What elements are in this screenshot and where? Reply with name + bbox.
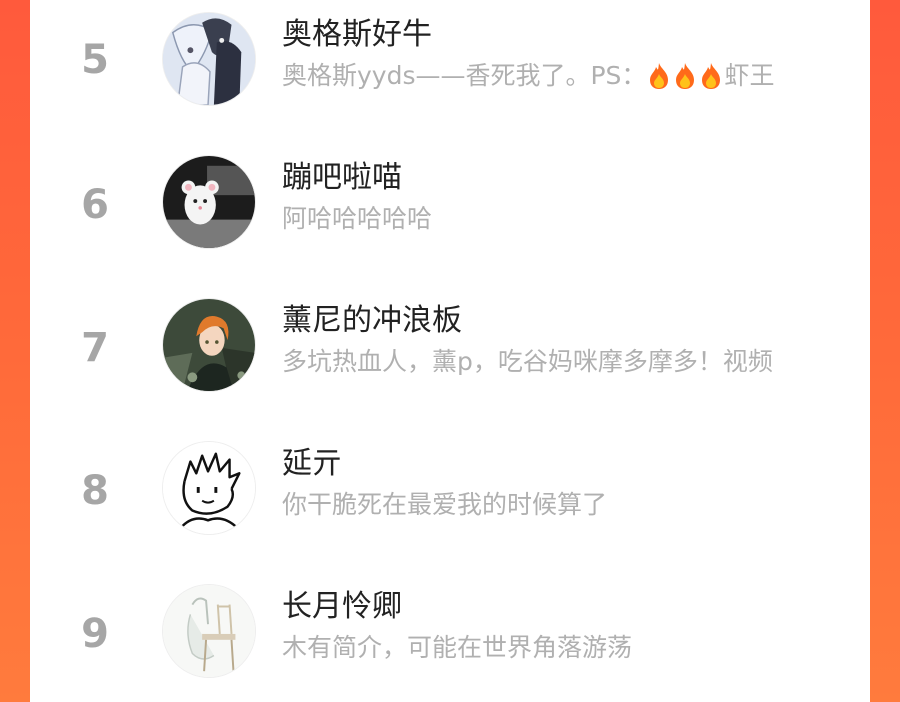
chair-sketch-avatar-image (163, 585, 255, 677)
user-name: 奥格斯好牛 (282, 17, 432, 52)
user-name: 延亓 (282, 446, 342, 481)
fire-icon (650, 63, 669, 89)
ranking-list-panel: 5 奥格斯好牛 奥格斯yyds——香死我了。PS： 虾王 6 蹦吧啦喵 阿哈哈哈… (30, 0, 870, 702)
user-avatar[interactable] (162, 441, 256, 535)
user-avatar[interactable] (162, 298, 256, 392)
user-bio: 奥格斯yyds——香死我了。PS： 虾王 (282, 59, 828, 93)
app-background: 5 奥格斯好牛 奥格斯yyds——香死我了。PS： 虾王 6 蹦吧啦喵 阿哈哈哈… (0, 0, 900, 702)
user-name: 薰尼的冲浪板 (282, 303, 462, 338)
ranking-row[interactable]: 9 长月怜卿 木有简介，可能在世界角落游荡 (30, 577, 870, 687)
fire-icon (702, 63, 721, 89)
user-name: 长月怜卿 (282, 589, 402, 624)
rank-number: 7 (81, 325, 109, 371)
white-mouse-avatar-image (163, 156, 255, 248)
user-bio: 你干脆死在最爱我的时候算了 (282, 490, 608, 519)
user-bio: 多坑热血人，薰p，吃谷妈咪摩多摩多！视频 (282, 347, 773, 376)
ranking-row[interactable]: 5 奥格斯好牛 奥格斯yyds——香死我了。PS： 虾王 (30, 5, 870, 115)
user-avatar[interactable] (162, 12, 256, 106)
ranking-row[interactable]: 8 延亓 你干脆死在最爱我的时候算了 (30, 434, 870, 544)
ranking-row[interactable]: 7 薰尼的冲浪板 多坑热血人，薰p，吃谷妈咪摩多摩多！视频 (30, 291, 870, 401)
rank-number: 9 (81, 611, 109, 657)
orange-hair-boy-avatar-image (163, 299, 255, 391)
sketch-face-avatar-image (163, 442, 255, 534)
rank-number: 5 (81, 37, 109, 83)
user-bio-text-suffix: 虾王 (724, 61, 775, 90)
user-bio: 阿哈哈哈哈哈 (282, 204, 433, 233)
user-name: 蹦吧啦喵 (282, 160, 402, 195)
rank-number: 8 (81, 468, 109, 514)
ranking-row[interactable]: 6 蹦吧啦喵 阿哈哈哈哈哈 (30, 148, 870, 258)
user-bio: 木有简介，可能在世界角落游荡 (282, 633, 633, 662)
anime-boys-avatar-image (163, 13, 255, 105)
rank-number: 6 (81, 182, 109, 228)
fire-icon (676, 63, 695, 89)
user-avatar[interactable] (162, 155, 256, 249)
user-bio-text: 奥格斯yyds——香死我了。PS： (282, 61, 647, 90)
user-avatar[interactable] (162, 584, 256, 678)
